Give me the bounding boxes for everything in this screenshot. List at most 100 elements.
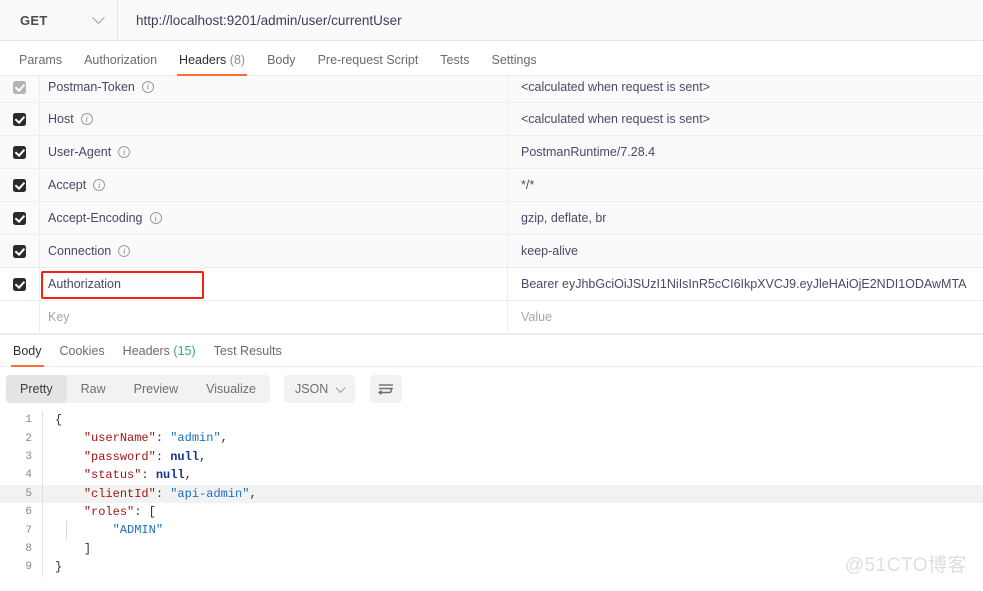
header-value-cell[interactable]: <calculated when request is sent> [508,76,983,102]
code-text: } [42,558,983,577]
request-tab-body[interactable]: Body [256,53,307,76]
info-icon[interactable]: i [93,179,106,191]
header-key-cell[interactable]: User-Agent i [40,136,508,168]
token-pun: , [249,486,257,501]
checkbox-icon[interactable] [13,112,26,126]
table-row-empty[interactable]: Key Value [0,301,983,334]
token-pun: } [55,560,63,575]
response-mode-visualize[interactable]: Visualize [192,375,270,403]
header-enabled-cell[interactable] [0,268,40,300]
info-icon[interactable]: i [80,113,93,125]
token-pun [55,505,84,519]
header-value-cell[interactable]: <calculated when request is sent> [508,103,983,135]
header-value-cell[interactable]: PostmanRuntime/7.28.4 [508,136,983,168]
response-body-viewer[interactable]: 1{2 "userName": "admin", 3 "password": nu… [0,411,983,586]
table-row[interactable]: Accept i */* [0,169,983,202]
header-enabled-cell[interactable] [0,136,40,168]
response-mode-segmented-control: Pretty Raw Preview Visualize [6,375,270,403]
header-key-inner: Connection i [48,244,131,258]
header-key-cell[interactable]: Host i [40,103,508,135]
checkbox-icon[interactable] [13,211,26,225]
response-mode-raw[interactable]: Raw [67,375,120,403]
response-tab-test-results[interactable]: Test Results [205,344,291,366]
chevron-down-icon [335,382,346,393]
request-tab-params[interactable]: Params [8,53,73,76]
response-mode-pretty[interactable]: Pretty [6,375,67,403]
wrap-lines-button[interactable] [370,375,403,403]
info-icon[interactable]: i [118,245,131,257]
table-row[interactable]: Connection i keep-alive [0,235,983,268]
url-text: http://localhost:9201/admin/user/current… [136,12,402,28]
header-value-cell[interactable]: keep-alive [508,235,983,267]
token-pun [55,487,84,501]
info-icon[interactable]: i [149,212,162,224]
header-key-text: Connection [48,244,112,258]
table-row[interactable]: Accept-Encoding i gzip, deflate, br [0,202,983,235]
response-format-dropdown[interactable]: JSON [283,375,356,403]
checkbox-icon[interactable] [13,80,26,94]
header-enabled-cell[interactable] [0,235,40,267]
line-number: 2 [25,432,32,445]
code-line: 1{ [0,411,983,430]
response-mode-preview[interactable]: Preview [120,375,192,403]
request-tab-tests[interactable]: Tests [429,52,480,76]
tab-label: Cookies [59,344,105,358]
checkbox-icon[interactable] [13,178,26,192]
token-pun: : [155,431,171,446]
header-enabled-cell[interactable] [0,202,40,234]
tab-label: Headers [179,52,227,67]
table-row[interactable]: Host i <calculated when request is sent> [0,103,983,136]
url-input[interactable]: http://localhost:9201/admin/user/current… [118,0,983,40]
header-value-cell[interactable]: Bearer eyJhbGciOiJSUzI1NiIsInR5cCI6IkpXV… [508,268,983,300]
header-key-cell[interactable]: Connection i [40,235,508,267]
checkbox-icon[interactable] [13,145,26,159]
header-value-cell[interactable]: */* [508,169,983,201]
info-icon[interactable]: i [118,146,131,158]
header-key-cell[interactable]: Authorization [40,268,508,300]
header-key-cell[interactable]: Postman-Token i [40,76,508,102]
tab-count: (8) [229,52,246,67]
token-key: "userName" [83,431,156,446]
header-enabled-cell[interactable] [0,76,40,102]
token-pun: ] [83,541,92,556]
response-tab-headers[interactable]: Headers (15) [114,344,205,366]
request-tab-settings[interactable]: Settings [480,53,547,76]
token-key: "status" [83,468,142,483]
token-pun: : [155,486,171,501]
header-value-text: gzip, deflate, br [521,211,607,225]
header-key-inner: Accept i [48,178,106,192]
table-row[interactable]: Authorization Bearer eyJhbGciOiJSUzI1NiIs… [0,268,983,301]
http-method-label: GET [20,12,48,28]
line-number: 9 [25,561,32,574]
header-key-inner: User-Agent i [48,145,131,159]
checkbox-icon[interactable] [13,277,26,291]
response-tab-cookies[interactable]: Cookies [51,344,114,366]
header-value-cell[interactable]: Value [508,301,983,333]
token-pun [55,523,113,537]
request-tab-bar: Params Authorization Headers (8) Body Pre-re… [0,41,983,76]
response-tab-body[interactable]: Body [4,344,51,367]
info-icon[interactable]: i [141,80,154,93]
header-key-cell[interactable]: Accept-Encoding i [40,202,508,234]
request-tab-pre-request-script[interactable]: Pre-request Script [307,53,430,76]
header-enabled-cell[interactable] [0,103,40,135]
token-null: null [155,468,185,483]
postman-window: GET http://localhost:9201/admin/user/cur… [0,0,983,591]
table-row[interactable]: User-Agent i PostmanRuntime/7.28.4 [0,136,983,169]
value-placeholder: Value [521,310,553,324]
request-tab-authorization[interactable]: Authorization [73,53,168,76]
line-number: 1 [25,414,32,427]
tab-label: Tests [440,52,470,67]
header-key-cell[interactable]: Key [40,301,508,333]
checkbox-icon[interactable] [13,244,26,258]
request-tab-headers[interactable]: Headers (8) [168,52,256,76]
header-key-cell[interactable]: Accept i [40,169,508,201]
header-key-inner: Accept-Encoding i [48,211,162,225]
token-null: null [170,449,200,464]
header-value-text: <calculated when request is sent> [521,79,711,94]
line-number: 8 [25,542,32,555]
http-method-selector[interactable]: GET [0,0,118,40]
header-value-cell[interactable]: gzip, deflate, br [508,202,983,234]
header-enabled-cell[interactable] [0,169,40,201]
table-row[interactable]: Postman-Token i <calculated when request i… [0,76,983,103]
